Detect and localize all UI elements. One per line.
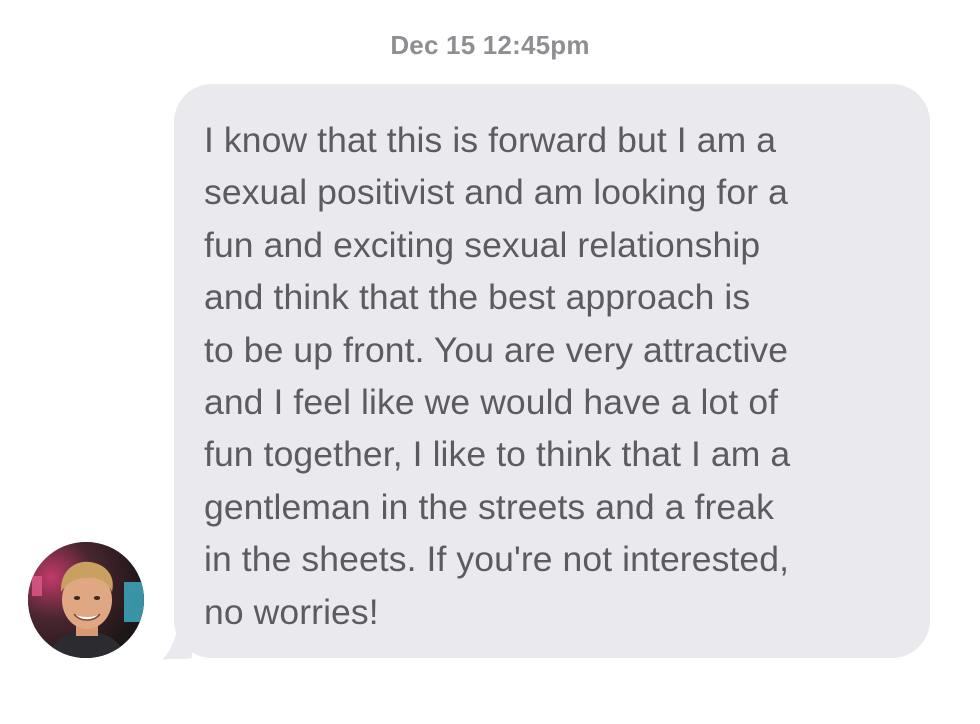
- avatar[interactable]: [28, 542, 144, 658]
- message-bubble-group: I know that this is forward but I am a s…: [162, 84, 932, 662]
- message-bubble[interactable]: I know that this is forward but I am a s…: [174, 84, 930, 658]
- message-text: I know that this is forward but I am a s…: [204, 120, 791, 632]
- message-thread: Dec 15 12:45pm I know that this is forwa…: [0, 0, 980, 724]
- profile-photo-icon: [28, 542, 144, 658]
- message-timestamp: Dec 15 12:45pm: [390, 30, 590, 60]
